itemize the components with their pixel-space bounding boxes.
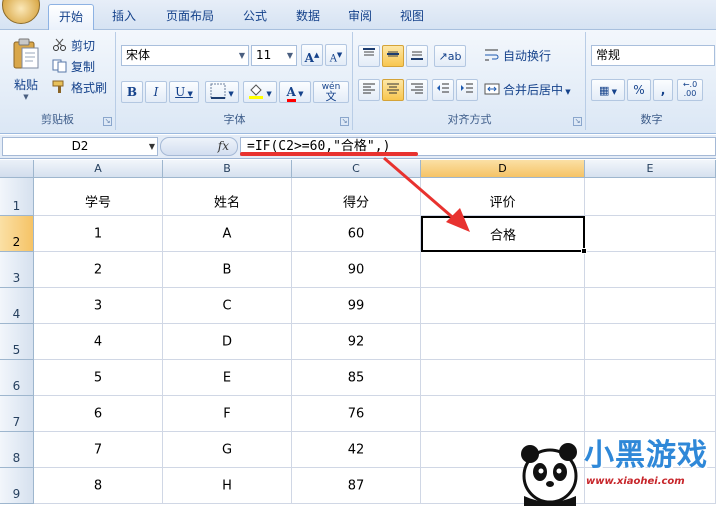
watermark-logo: 小黑游戏 www.xiaohei.com	[516, 428, 712, 506]
watermark-title: 小黑游戏	[584, 438, 708, 473]
panda-mascot-icon	[521, 443, 578, 506]
watermark-url: www.xiaohei.com	[586, 476, 685, 487]
